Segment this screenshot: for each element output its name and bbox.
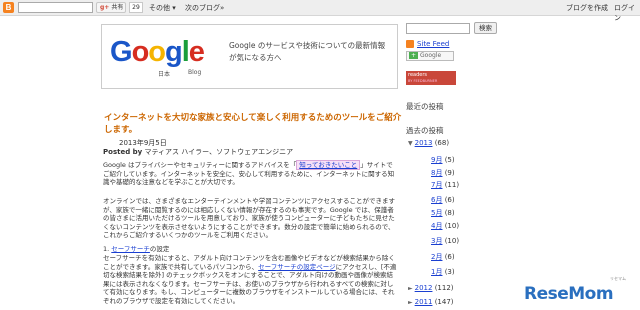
- logo-letter: e: [188, 36, 205, 68]
- share-button[interactable]: g+ 共有: [96, 2, 126, 13]
- site-feed-link[interactable]: Site Feed: [417, 40, 449, 48]
- archive-count: (11): [444, 181, 460, 189]
- safesearch-link[interactable]: セーフサーチ: [111, 245, 150, 253]
- archive-month-link[interactable]: 2月: [431, 253, 442, 261]
- archive-month-link[interactable]: 9月: [431, 156, 442, 164]
- archive-month[interactable]: 7月 (11): [431, 180, 459, 190]
- blogger-navbar: B g+ 共有 29 その他 ▾ 次のブログ» ブログを作成 ログイン: [0, 0, 640, 22]
- next-blog-link[interactable]: 次のブログ»: [185, 3, 224, 13]
- archive-month[interactable]: 8月 (9): [431, 168, 455, 178]
- google-logo[interactable]: Google: [110, 36, 205, 68]
- sidebar-search-button[interactable]: 検索: [474, 22, 497, 34]
- archive-month-link[interactable]: 7月: [431, 181, 442, 189]
- navbar-search-input[interactable]: [18, 2, 93, 13]
- archive-count: (8): [444, 209, 455, 217]
- archive-count: (10): [444, 237, 460, 245]
- archive-count: (10): [444, 222, 460, 230]
- archive-month-link[interactable]: 3月: [431, 237, 442, 245]
- expand-triangle-icon[interactable]: ►: [408, 285, 413, 292]
- post-paragraph: オンラインでは、さまざまなエンターテインメントや学習コンテンツにアクセスすること…: [103, 197, 395, 240]
- collapse-triangle-icon[interactable]: ▼: [408, 140, 413, 147]
- archive-month[interactable]: 3月 (10): [431, 236, 459, 246]
- share-button-label: 共有: [111, 4, 124, 11]
- share-count: 29: [129, 2, 143, 13]
- login-link[interactable]: ログイン: [614, 3, 640, 23]
- past-posts-heading: 過去の投稿: [406, 126, 444, 135]
- archive-count: (112): [434, 284, 454, 292]
- archive-year-link[interactable]: 2012: [415, 284, 433, 292]
- post-paragraph: セーフサーチを有効にすると、アダルト向けコンテンツを含む画像やビデオなどが検索結…: [103, 254, 398, 306]
- safesearch-settings-link[interactable]: セーフサーチの設定ページ: [258, 263, 335, 271]
- post-title[interactable]: インターネットを大切な家族と安心して楽しく利用するためのツールをご紹介します。: [104, 112, 404, 136]
- archive-year-2012[interactable]: ► 2012 (112): [408, 284, 454, 292]
- archive-month-link[interactable]: 6月: [431, 196, 442, 204]
- post-author: マティアス ハイラー、ソフトウェアエンジニア: [144, 148, 294, 156]
- archive-month-link[interactable]: 5月: [431, 209, 442, 217]
- resemom-watermark: ReseMom: [524, 284, 614, 304]
- create-blog-link[interactable]: ブログを作成: [566, 3, 608, 13]
- logo-letter: G: [110, 36, 133, 68]
- posted-by-label: Posted by: [103, 148, 143, 156]
- archive-year-2013[interactable]: ▼ 2013 (68): [408, 139, 449, 147]
- post-paragraph: Google はプライバシーやセキュリティーに関するアドバイスを「 知っておきたい…: [103, 160, 398, 187]
- para-text: Google はプライバシーやセキュリティーに関するアドバイスを「: [103, 161, 297, 169]
- list-heading-suffix: の設定: [149, 245, 170, 253]
- archive-month-link[interactable]: 4月: [431, 222, 442, 230]
- feedburner-readers-badge[interactable]: readers BY FEEDBURNER: [406, 71, 456, 85]
- archive-count: (6): [444, 253, 455, 261]
- list-item-heading: 1. セーフサーチの設定: [103, 245, 398, 254]
- archive-year-link[interactable]: 2013: [415, 139, 433, 147]
- archive-count: (147): [434, 298, 454, 306]
- feedburner-label: BY FEEDBURNER: [408, 79, 438, 83]
- know-this-link[interactable]: 知っておきたいこと: [296, 160, 361, 170]
- recent-posts-heading: 最近の投稿: [406, 102, 444, 111]
- archive-count: (68): [434, 139, 450, 147]
- more-menu[interactable]: その他 ▾: [149, 3, 176, 13]
- archive-month[interactable]: 2月 (6): [431, 252, 455, 262]
- logo-subtitle-blog: Blog: [188, 69, 202, 76]
- archive-month[interactable]: 5月 (8): [431, 208, 455, 218]
- logo-letter: o: [131, 36, 150, 68]
- blogger-logo-icon[interactable]: B: [3, 2, 14, 13]
- logo-subtitle-japan: 日本: [158, 71, 171, 78]
- archive-month[interactable]: 1月 (3): [431, 267, 455, 277]
- expand-triangle-icon[interactable]: ►: [408, 299, 413, 306]
- post-byline: Posted by マティアス ハイラー、ソフトウェアエンジニア: [103, 147, 293, 157]
- logo-letter: l: [181, 36, 190, 68]
- blog-header: Google 日本 Blog Google のサービスや技術についての最新情報が…: [101, 24, 398, 89]
- archive-month[interactable]: 4月 (10): [431, 221, 459, 231]
- archive-year-link[interactable]: 2011: [415, 298, 433, 306]
- add-to-google-button[interactable]: + Google: [406, 51, 454, 61]
- archive-month[interactable]: 6月 (6): [431, 195, 455, 205]
- sidebar-search-input[interactable]: [406, 23, 470, 34]
- google-plus-icon: g+: [100, 4, 110, 11]
- rss-icon: [406, 40, 414, 48]
- plus-icon: +: [409, 52, 419, 59]
- archive-count: (6): [444, 196, 455, 204]
- blog-description: Google のサービスや技術についての最新情報が気になる方へ: [229, 41, 386, 62]
- archive-month-link[interactable]: 1月: [431, 268, 442, 276]
- watermark-small: リセマム: [610, 276, 626, 281]
- archive-count: (3): [444, 268, 455, 276]
- archive-count: (5): [444, 156, 455, 164]
- logo-letter: g: [165, 36, 183, 68]
- archive-month[interactable]: 9月 (5): [431, 155, 455, 165]
- archive-count: (9): [444, 169, 455, 177]
- archive-month-link[interactable]: 8月: [431, 169, 442, 177]
- add-to-google-label: Google: [420, 52, 442, 59]
- logo-letter: o: [148, 36, 166, 68]
- archive-year-2011[interactable]: ► 2011 (147): [408, 298, 454, 306]
- list-number: 1.: [103, 245, 110, 253]
